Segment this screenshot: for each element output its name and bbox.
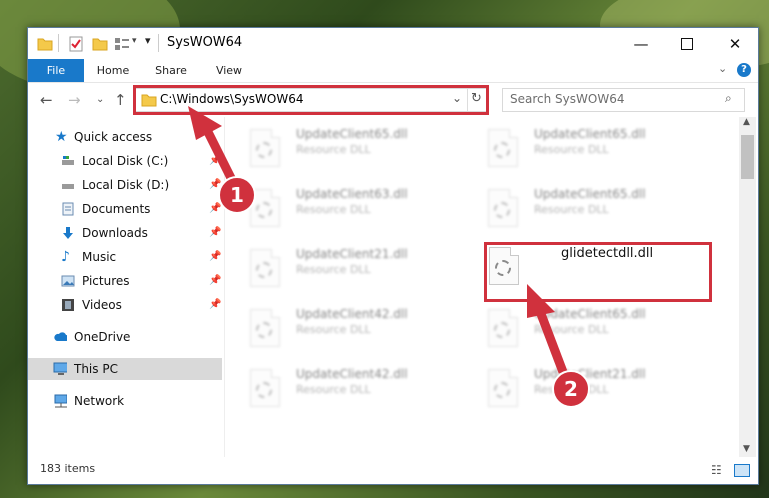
step-2-badge: 2 [552,370,590,408]
annotation-arrows [188,106,568,374]
step-1-badge: 1 [218,176,256,214]
